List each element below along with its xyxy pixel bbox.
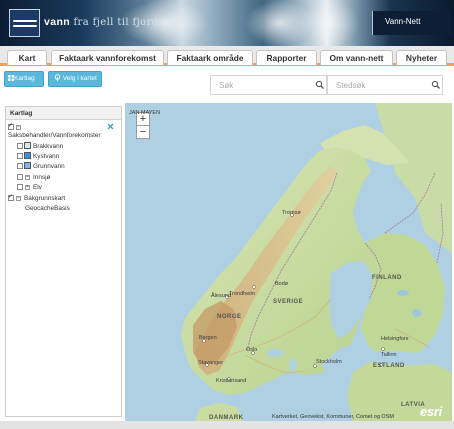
lake-vanern [267,349,283,357]
tab-nyheter[interactable]: Nyheter [396,50,447,65]
logo-bold-text: vann [44,16,71,28]
lake-finland [397,290,409,296]
grunnvann-checkbox[interactable] [17,163,23,169]
waterfall-highlight [300,0,360,46]
place-search-icon[interactable] [429,78,442,92]
map-label-oslo: Oslo [246,347,258,353]
app-name-label: Vann-Nett [385,17,421,26]
search-icon[interactable] [313,78,326,92]
velg-i-kartet-button[interactable]: Velg i kartet [48,71,102,87]
layer-group-label: Saksbehandler/Vannforekomster [8,132,101,139]
app-window: vann fra fjell til fjord Vann-Nett Kart … [0,0,454,429]
map-label-norge: NORGE [217,314,242,320]
map-label-bodo: Bodø [275,281,289,287]
map-attribution: Kartverket, Geovekst, Kommuner, Comet og… [272,414,394,420]
main-tab-bar: Kart Faktaark vannforekomst Faktaark omr… [0,46,454,66]
collapse-icon[interactable]: − [16,196,21,201]
layer-item-grunnvann: Grunnvann [33,163,65,170]
expand-icon[interactable]: + [25,175,30,180]
place-search-input[interactable] [328,76,428,94]
logo-icon[interactable] [9,9,40,37]
basemap-group-label: Bakgrunnskart [24,195,66,202]
brakkvann-swatch [24,142,31,149]
map-label-bergen: Bergen [199,335,217,341]
elv-checkbox[interactable] [17,184,23,190]
map-label-sverige: SVERIGE [273,299,304,305]
basemap-checkbox[interactable] [8,193,14,201]
layer-panel-title: Kartlag [6,107,121,120]
layer-item-elv: Elv [33,184,42,191]
zoom-out-button[interactable]: − [136,125,150,139]
map-label-stavanger: Stavanger [198,360,224,366]
tab-om-vann-nett[interactable]: Om vann-nett [320,50,393,65]
kystvann-checkbox[interactable] [17,153,23,159]
map-label-tromso: Tromsø [282,210,301,216]
map-label-stockholm: Stockholm [316,359,342,365]
map-canvas [125,103,452,421]
layer-item-innsjo: Innsjø [33,174,51,181]
tab-rapporter[interactable]: Rapporter [256,50,317,65]
map-label-finland: FINLAND [372,275,402,281]
grunnvann-swatch [24,162,31,169]
map-toolbar: Kartlag Velg i kartet [0,69,454,99]
collapse-icon[interactable]: − [16,125,21,130]
map-label-estland: ESTLAND [373,363,405,369]
tab-faktaark-omrade[interactable]: Faktaark område [167,50,253,65]
map-label-alesund: Ålesund [211,293,231,299]
kartlag-button-label: Kartlag [14,75,35,82]
group-checkbox[interactable] [8,122,14,130]
header-banner: vann fra fjell til fjord Vann-Nett [0,0,454,46]
remove-layer-icon[interactable] [107,123,114,130]
logo-tagline: fra fjell til fjord [73,17,159,28]
kystvann-swatch [24,152,31,159]
bottom-status-bar [0,421,454,429]
tab-faktaark-vannforekomst[interactable]: Faktaark vannforekomst [51,50,164,65]
map-label-helsinki: Helsingfors [381,336,409,342]
layer-panel: Kartlag − Saksbehandler/Vannforekomster … [5,106,122,417]
layer-item-kystvann: Kystvann [33,153,60,160]
lake-vattern [289,359,297,371]
lake-finland [412,309,422,317]
map-label-tallinn: Tallinn [381,352,397,358]
search-input[interactable] [211,76,311,94]
city-marker [381,347,385,351]
layer-item-brakkvann: Brakkvann [33,143,64,150]
velg-i-kartet-label: Velg i kartet [62,75,97,82]
tab-kart[interactable]: Kart [7,50,47,65]
brakkvann-checkbox[interactable] [17,143,23,149]
search-box [210,75,327,95]
site-logo-text[interactable]: vann fra fjell til fjord [44,16,159,28]
map-label-kristiansand: Kristiansand [216,378,247,384]
basemap-item: GeocacheBasis [25,205,70,212]
place-search-box [327,75,443,95]
pointer-icon [54,74,61,81]
innsjo-checkbox[interactable] [17,174,23,180]
esri-logo: esri [420,404,442,419]
expand-icon[interactable]: + [25,185,30,190]
map-label-trondheim: Trondheim [229,291,256,297]
map-label-jan-mayen: JAN MAYEN [129,110,161,116]
city-marker [252,285,256,289]
map-view[interactable]: + − JAN MAYEN FINLAND SVERIGE NORGE ESTL… [125,103,452,421]
kartlag-button[interactable]: Kartlag [4,71,44,87]
